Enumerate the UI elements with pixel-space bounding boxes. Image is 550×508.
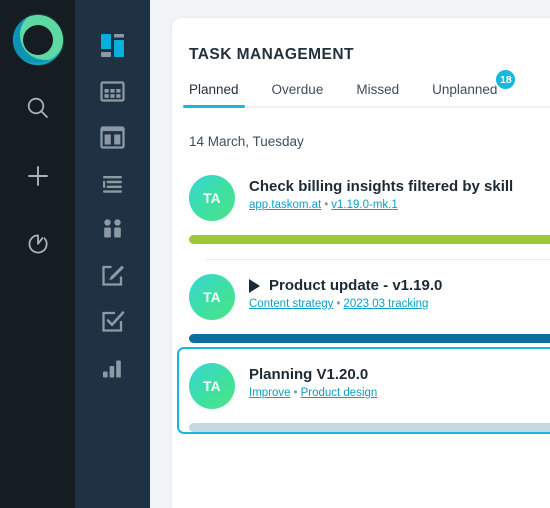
- app-root: TASK MANAGEMENT Planned Overdue Missed U…: [0, 0, 550, 508]
- task-meta-link-2[interactable]: v1.19.0-mk.1: [331, 199, 397, 211]
- progress-bar: [189, 334, 550, 343]
- task-row[interactable]: TA Check billing insights filtered by sk…: [172, 161, 550, 260]
- meta-separator: •: [293, 387, 298, 399]
- app-logo[interactable]: [11, 14, 64, 66]
- tab-planned[interactable]: Planned: [183, 82, 245, 108]
- date-heading: 14 March, Tuesday: [189, 134, 304, 149]
- tab-label: Overdue: [271, 82, 324, 97]
- primary-sidebar: [0, 0, 75, 508]
- task-title: Check billing insights filtered by skill: [249, 178, 514, 195]
- progress-bar: [189, 235, 550, 244]
- play-icon[interactable]: [249, 278, 260, 293]
- task-list: TA Check billing insights filtered by sk…: [172, 161, 550, 434]
- task-meta-link-1[interactable]: app.taskom.at: [249, 199, 321, 211]
- sidebar-item-list[interactable]: [90, 160, 136, 206]
- task-meta-link-1[interactable]: Improve: [249, 387, 291, 399]
- task-row[interactable]: TA Planning V1.20.0 Improve • Product desi…: [177, 347, 550, 434]
- task-title-wrap: Planning V1.20.0: [249, 366, 377, 383]
- tab-missed[interactable]: Missed: [356, 82, 399, 108]
- sidebar-item-reports[interactable]: [90, 344, 136, 390]
- sidebar-item-dashboard[interactable]: [90, 22, 136, 68]
- avatar: TA: [189, 363, 235, 409]
- sidebar-item-columns[interactable]: [90, 114, 136, 160]
- search-icon[interactable]: [12, 82, 64, 134]
- avatar: TA: [189, 274, 235, 320]
- sidebar-item-edit[interactable]: [90, 252, 136, 298]
- meta-separator: •: [324, 199, 329, 211]
- avatar: TA: [189, 175, 235, 221]
- progress-bar: [189, 423, 550, 432]
- task-meta-link-2[interactable]: Product design: [301, 387, 378, 399]
- tab-unplanned[interactable]: Unplanned 18: [432, 68, 518, 108]
- tab-label: Unplanned: [432, 82, 498, 97]
- sidebar-item-checklist[interactable]: [90, 298, 136, 344]
- task-row[interactable]: TA Product update - v1.19.0 Content stra…: [172, 260, 550, 343]
- task-meta: app.taskom.at • v1.19.0-mk.1: [249, 199, 513, 211]
- timer-icon[interactable]: [12, 218, 64, 270]
- main-panel: TASK MANAGEMENT Planned Overdue Missed U…: [172, 18, 550, 508]
- plus-icon[interactable]: [12, 150, 64, 202]
- sidebar-item-table[interactable]: [90, 68, 136, 114]
- tab-label: Missed: [356, 82, 400, 97]
- task-title-wrap: Product update - v1.19.0: [249, 277, 442, 294]
- status-badge: 18: [494, 68, 518, 91]
- task-meta-link-2[interactable]: 2023 03 tracking: [343, 298, 428, 310]
- tab-label: Planned: [189, 82, 239, 97]
- secondary-sidebar: [75, 0, 150, 508]
- tab-bar: Planned Overdue Missed Unplanned 18: [172, 68, 550, 108]
- task-title-wrap: Check billing insights filtered by skill: [249, 178, 513, 195]
- tab-overdue[interactable]: Overdue: [272, 82, 324, 108]
- page-title: TASK MANAGEMENT: [189, 46, 354, 63]
- task-meta-link-1[interactable]: Content strategy: [249, 298, 333, 310]
- task-title: Planning V1.20.0: [249, 366, 369, 383]
- task-meta: Improve • Product design: [249, 387, 377, 399]
- meta-separator: •: [336, 298, 341, 310]
- task-meta: Content strategy • 2023 03 tracking: [249, 298, 442, 310]
- sidebar-item-apps[interactable]: [90, 206, 136, 252]
- task-title: Product update - v1.19.0: [269, 277, 443, 294]
